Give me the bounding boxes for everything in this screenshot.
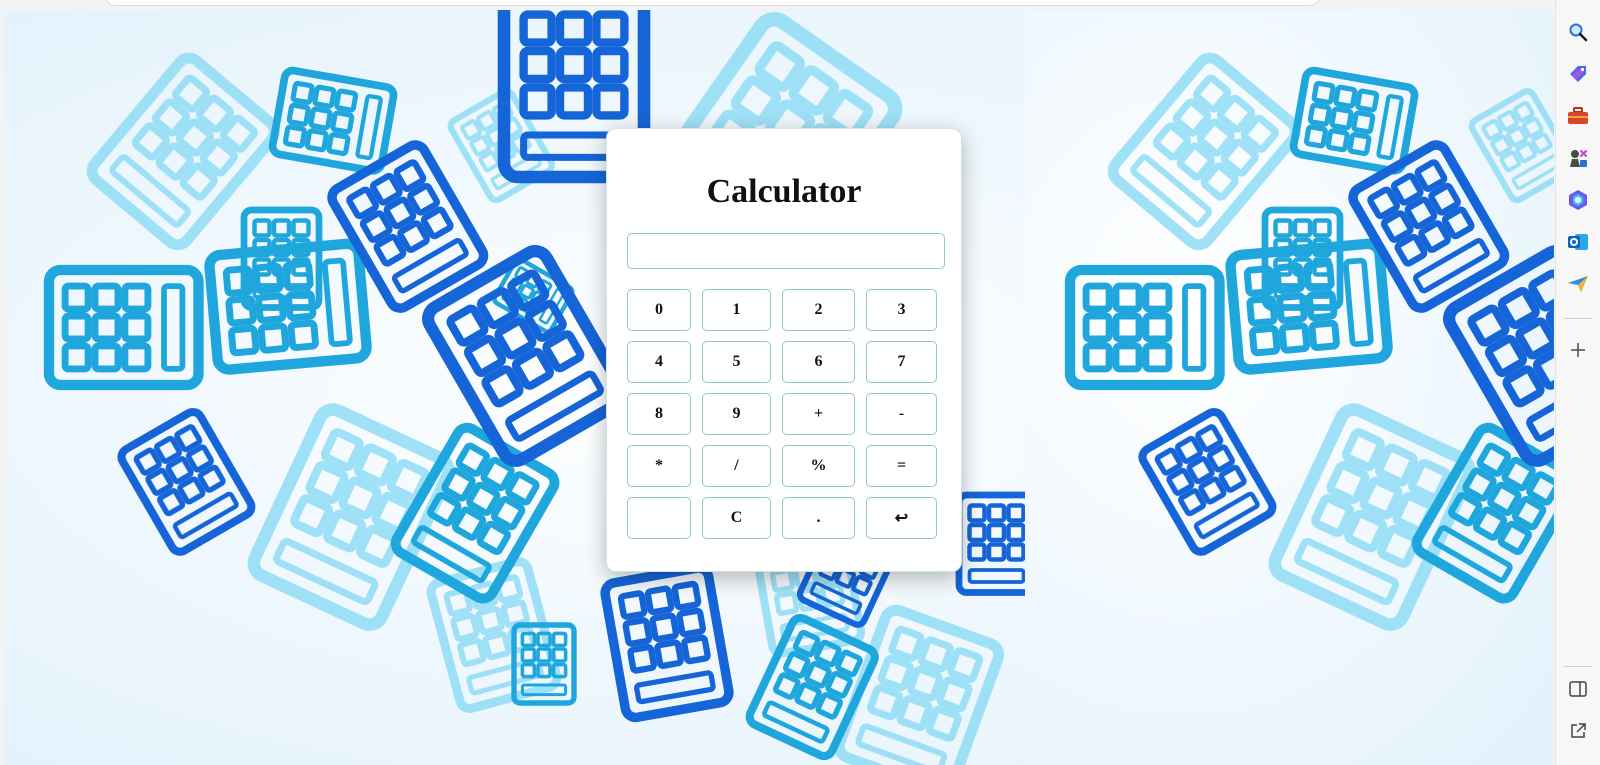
key-0[interactable]: 0 xyxy=(627,289,691,331)
copilot-icon[interactable] xyxy=(1564,186,1592,214)
chess-icon[interactable] xyxy=(1564,144,1592,172)
calculator-title: Calculator xyxy=(706,173,862,210)
key-backspace[interactable]: ↩ xyxy=(866,497,937,539)
key-5[interactable]: 5 xyxy=(702,341,771,383)
tag-icon[interactable] xyxy=(1564,60,1592,88)
browser-top-strip xyxy=(0,0,1555,10)
split-screen-icon[interactable] xyxy=(1564,675,1592,703)
key-clear[interactable]: C xyxy=(702,497,771,539)
page-viewport: Calculator 0 1 2 3 4 5 6 7 8 9 + - * / %… xyxy=(4,10,1554,765)
browser-sidebar xyxy=(1555,0,1600,765)
search-icon[interactable] xyxy=(1564,18,1592,46)
calculator-display[interactable] xyxy=(627,233,945,269)
open-external-icon[interactable] xyxy=(1564,717,1592,745)
key-plus[interactable]: + xyxy=(782,393,855,435)
key-blank[interactable] xyxy=(627,497,691,539)
key-7[interactable]: 7 xyxy=(866,341,937,383)
key-4[interactable]: 4 xyxy=(627,341,691,383)
key-minus[interactable]: - xyxy=(866,393,937,435)
key-equals[interactable]: = xyxy=(866,445,937,487)
outlook-icon[interactable] xyxy=(1564,228,1592,256)
key-divide[interactable]: / xyxy=(702,445,771,487)
toolbox-icon[interactable] xyxy=(1564,102,1592,130)
key-3[interactable]: 3 xyxy=(866,289,937,331)
key-8[interactable]: 8 xyxy=(627,393,691,435)
add-icon[interactable] xyxy=(1564,336,1592,364)
background-tile-right xyxy=(1025,10,1554,765)
key-decimal[interactable]: . xyxy=(782,497,855,539)
key-percent[interactable]: % xyxy=(782,445,855,487)
send-icon[interactable] xyxy=(1564,270,1592,298)
address-bar[interactable] xyxy=(105,0,1320,6)
key-2[interactable]: 2 xyxy=(782,289,855,331)
sidebar-separator xyxy=(1564,666,1592,667)
calculator-card: Calculator 0 1 2 3 4 5 6 7 8 9 + - * / %… xyxy=(606,128,962,572)
key-1[interactable]: 1 xyxy=(702,289,771,331)
key-6[interactable]: 6 xyxy=(782,341,855,383)
key-9[interactable]: 9 xyxy=(702,393,771,435)
key-multiply[interactable]: * xyxy=(627,445,691,487)
sidebar-separator xyxy=(1564,318,1592,319)
